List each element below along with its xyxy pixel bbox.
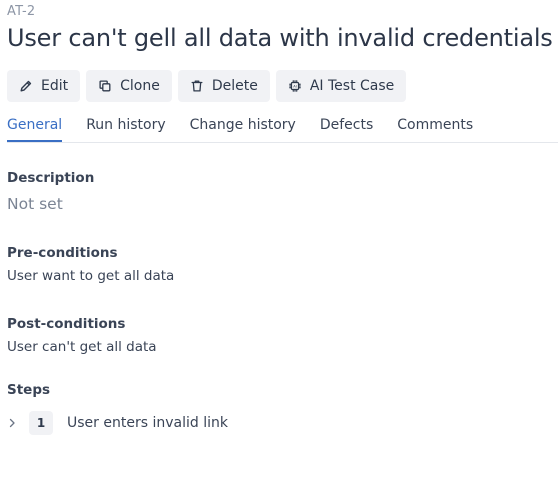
description-label: Description: [7, 170, 95, 186]
chevron-right-icon[interactable]: [7, 418, 17, 428]
clone-button[interactable]: Clone: [86, 70, 172, 102]
trash-icon: [190, 79, 204, 93]
step-row[interactable]: 1 User enters invalid link: [7, 411, 228, 435]
svg-text:AI: AI: [293, 84, 297, 88]
step-text: User enters invalid link: [67, 415, 228, 431]
copy-icon: [98, 79, 112, 93]
test-case-page: AT-2 User can't gell all data with inval…: [0, 0, 558, 479]
case-key: AT-2: [7, 4, 36, 19]
delete-button[interactable]: Delete: [177, 70, 270, 102]
tab-run-history[interactable]: Run history: [86, 116, 165, 141]
edit-button[interactable]: Edit: [7, 70, 81, 102]
ai-test-case-button[interactable]: AI AI Test Case: [275, 70, 407, 102]
edit-button-label: Edit: [41, 78, 69, 94]
preconditions-value: User want to get all data: [7, 268, 175, 284]
clone-button-label: Clone: [120, 78, 160, 94]
preconditions-label: Pre-conditions: [7, 245, 118, 261]
page-title: User can't gell all data with invalid cr…: [7, 24, 553, 52]
tab-bar: General Run history Change history Defec…: [7, 116, 558, 143]
tab-general[interactable]: General: [7, 116, 63, 142]
tab-change-history[interactable]: Change history: [190, 116, 296, 141]
pencil-icon: [19, 79, 33, 93]
step-number: 1: [29, 411, 53, 435]
ai-test-case-button-label: AI Test Case: [309, 78, 395, 94]
postconditions-label: Post-conditions: [7, 316, 126, 332]
description-value: Not set: [7, 195, 63, 213]
action-toolbar: Edit Clone Delete AI AI Test Case: [7, 70, 407, 102]
delete-button-label: Delete: [211, 78, 258, 94]
tab-defects[interactable]: Defects: [320, 116, 373, 141]
postconditions-value: User can't get all data: [7, 339, 157, 355]
chip-icon: AI: [288, 79, 302, 93]
tab-comments[interactable]: Comments: [397, 116, 473, 141]
steps-label: Steps: [7, 382, 51, 398]
